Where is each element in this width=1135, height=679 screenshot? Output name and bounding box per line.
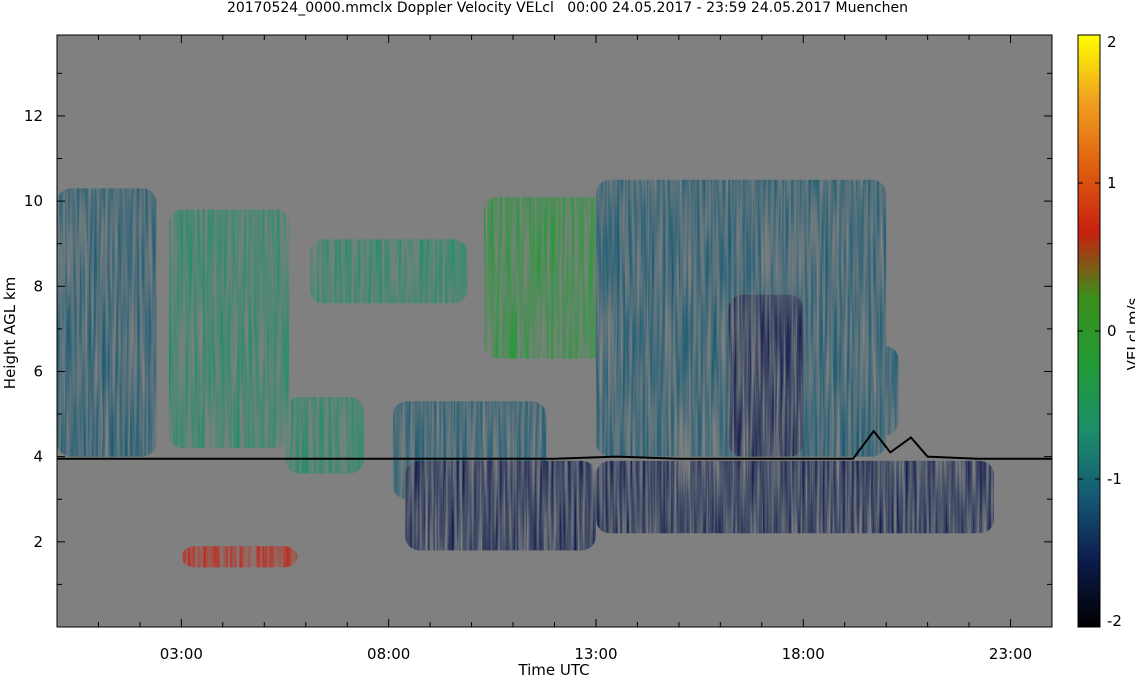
y-tick-label: 10	[24, 192, 43, 210]
y-tick-label: 2	[33, 533, 43, 551]
colorbar-tick-label: -1	[1107, 470, 1122, 488]
echo-region	[815, 345, 899, 436]
colorbar-tick-label: 1	[1107, 174, 1117, 192]
radar-chart: 03:00 08:00 13:00 18:00 23:00 24681012 210-1…	[24, 33, 1122, 663]
x-tick-label: 18:00	[782, 645, 825, 663]
echo-region	[484, 196, 605, 359]
colorbar-tick-label: -2	[1107, 612, 1122, 630]
echo-region	[285, 397, 364, 474]
echo-region	[309, 239, 468, 304]
y-tick-label: 4	[33, 448, 43, 466]
colorbar-tick-label: 0	[1107, 322, 1117, 340]
x-tick-label: 08:00	[367, 645, 410, 663]
echo-region	[57, 188, 157, 457]
y-tick-label: 12	[24, 107, 43, 125]
echo-region	[595, 460, 994, 534]
x-tick-label: 03:00	[160, 645, 203, 663]
echo-region	[168, 209, 290, 449]
x-tick-label: 13:00	[574, 645, 617, 663]
y-tick-label: 6	[33, 362, 43, 380]
colorbar-tick-label: 2	[1107, 33, 1117, 51]
y-tick-label: 8	[33, 277, 43, 295]
echo-region	[181, 546, 298, 568]
echo-region	[405, 460, 596, 551]
x-tick-label: 23:00	[989, 645, 1032, 663]
echo-region	[728, 294, 804, 457]
